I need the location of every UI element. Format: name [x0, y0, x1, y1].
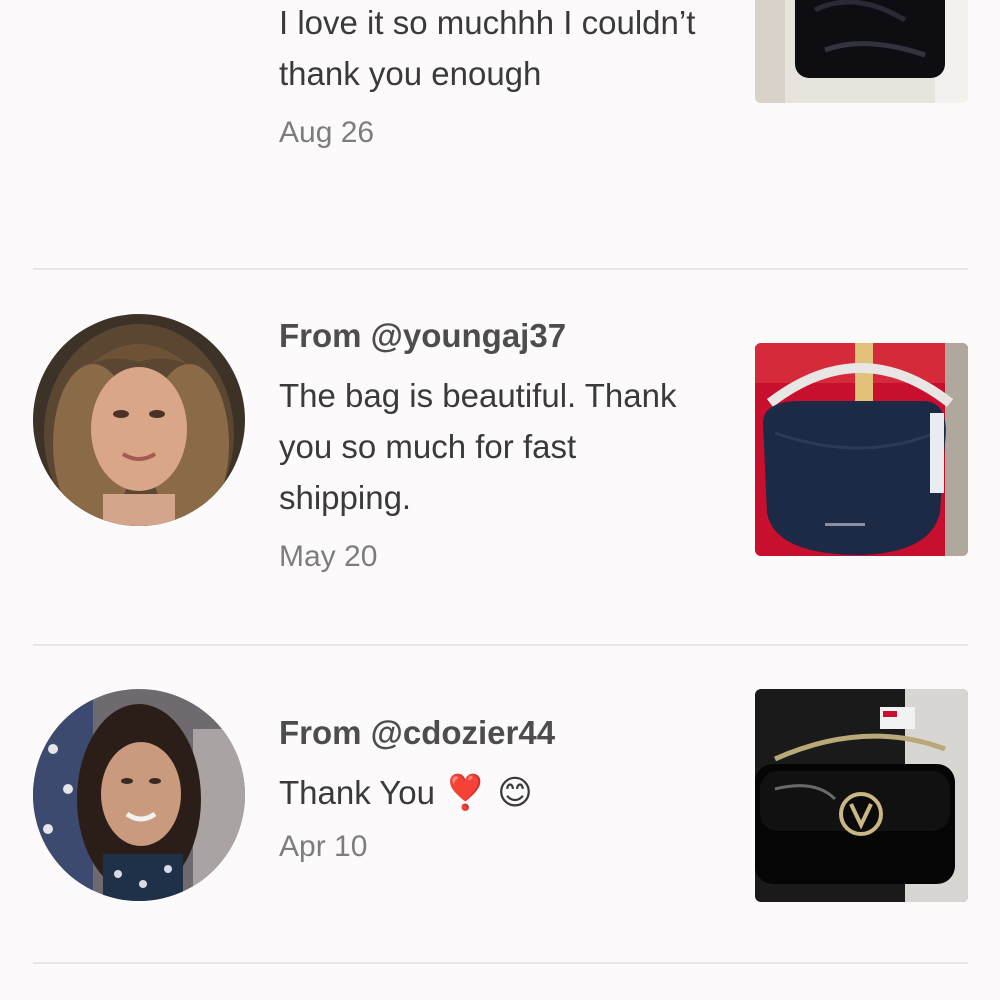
black-bag-photo-icon [755, 0, 968, 103]
navy-hobo-bag-photo-icon [755, 343, 968, 556]
review-date: Aug 26 [279, 116, 375, 149]
reviewer-avatar[interactable] [33, 314, 245, 526]
review-photo-thumbnail[interactable] [755, 0, 968, 103]
divider [33, 644, 968, 646]
love-notes-list: I love it so muchhh I couldn’t thank you… [0, 0, 1000, 1000]
review-photo-thumbnail[interactable] [755, 343, 968, 556]
review-date: Apr 10 [279, 830, 368, 863]
review-date: May 20 [279, 540, 378, 573]
reviewer-avatar[interactable] [33, 689, 245, 901]
review-body: From @youngaj37 The bag is beautiful. Th… [279, 316, 729, 577]
review-photo-thumbnail[interactable] [755, 689, 968, 902]
reviewer-handle[interactable]: From @youngaj37 [279, 316, 729, 356]
review-message-emojis: ❣️ 😊 [444, 773, 533, 813]
review-body: I love it so muchhh I couldn’t thank you… [279, 0, 729, 153]
divider [33, 962, 968, 964]
review-message: The bag is beautiful. Thank you so much … [279, 377, 677, 516]
review-message: Thank You ❣️ 😊 [279, 767, 729, 819]
user-avatar-photo-icon [33, 689, 245, 901]
reviewer-handle[interactable]: From @cdozier44 [279, 713, 729, 753]
review-message: I love it so muchhh I couldn’t thank you… [279, 4, 696, 92]
black-patent-bag-photo-icon [755, 689, 968, 902]
user-avatar-photo-icon [33, 314, 245, 526]
divider [33, 268, 968, 270]
review-message-text: Thank You [279, 774, 435, 811]
review-body: From @cdozier44 Thank You ❣️ 😊 Apr 10 [279, 713, 729, 867]
